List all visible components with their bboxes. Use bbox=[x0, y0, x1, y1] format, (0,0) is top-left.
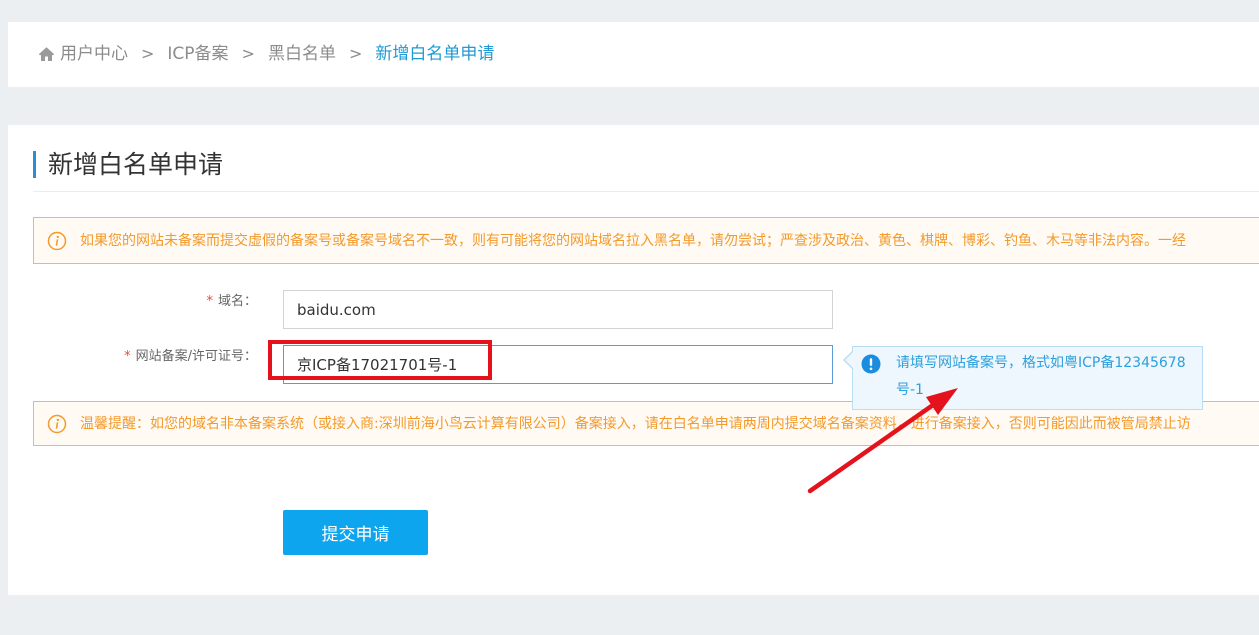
required-mark: * bbox=[124, 349, 131, 364]
title-divider bbox=[33, 191, 1259, 192]
breadcrumb-item-current: 新增白名单申请 bbox=[375, 44, 495, 64]
info-circle-icon bbox=[47, 414, 67, 433]
page-title: 新增白名单申请 bbox=[48, 150, 224, 179]
breadcrumb-bar: 用户中心 > ICP备案 > 黑白名单 > 新增白名单申请 bbox=[8, 22, 1259, 87]
icp-number-label-text: 网站备案/许可证号： bbox=[135, 349, 257, 364]
breadcrumb-separator: > bbox=[141, 44, 155, 63]
breadcrumb-item-user-center[interactable]: 用户中心 bbox=[60, 43, 128, 65]
submit-application-button[interactable]: 提交申请 bbox=[283, 510, 428, 555]
icp-number-input[interactable] bbox=[283, 345, 833, 384]
breadcrumb-item-blacklist-whitelist[interactable]: 黑白名单 bbox=[268, 43, 336, 65]
reminder-text: 温馨提醒：如您的域名非本备案系统（或接入商:深圳前海小鸟云计算有限公司）备案接入… bbox=[80, 415, 1191, 432]
breadcrumb-item-icp[interactable]: ICP备案 bbox=[167, 43, 228, 65]
breadcrumb: 用户中心 > ICP备案 > 黑白名单 > 新增白名单申请 bbox=[38, 43, 494, 65]
exclamation-circle-icon bbox=[861, 354, 881, 374]
domain-label-text: 域名： bbox=[217, 294, 257, 309]
breadcrumb-separator: > bbox=[241, 44, 255, 63]
breadcrumb-separator: > bbox=[348, 44, 363, 63]
title-accent-bar bbox=[33, 151, 36, 178]
domain-label: * 域名： bbox=[8, 293, 257, 311]
home-icon bbox=[38, 47, 55, 61]
warning-notice-banner: 如果您的网站未备案而提交虚假的备案号或备案号域名不一致，则有可能将您的网站域名拉… bbox=[33, 217, 1259, 264]
warning-notice-text: 如果您的网站未备案而提交虚假的备案号或备案号域名不一致，则有可能将您的网站域名拉… bbox=[80, 232, 1186, 249]
required-mark: * bbox=[206, 294, 213, 309]
icp-number-label: * 网站备案/许可证号： bbox=[8, 348, 257, 366]
validation-tooltip: 请填写网站备案号，格式如粤ICP备12345678号-1 bbox=[843, 346, 1203, 410]
whitelist-form-card: 新增白名单申请 如果您的网站未备案而提交虚假的备案号或备案号域名不一致，则有可能… bbox=[8, 125, 1259, 595]
validation-tooltip-text: 请填写网站备案号，格式如粤ICP备12345678号-1 bbox=[896, 355, 1186, 398]
domain-input[interactable] bbox=[283, 290, 833, 329]
info-circle-icon bbox=[47, 231, 67, 250]
